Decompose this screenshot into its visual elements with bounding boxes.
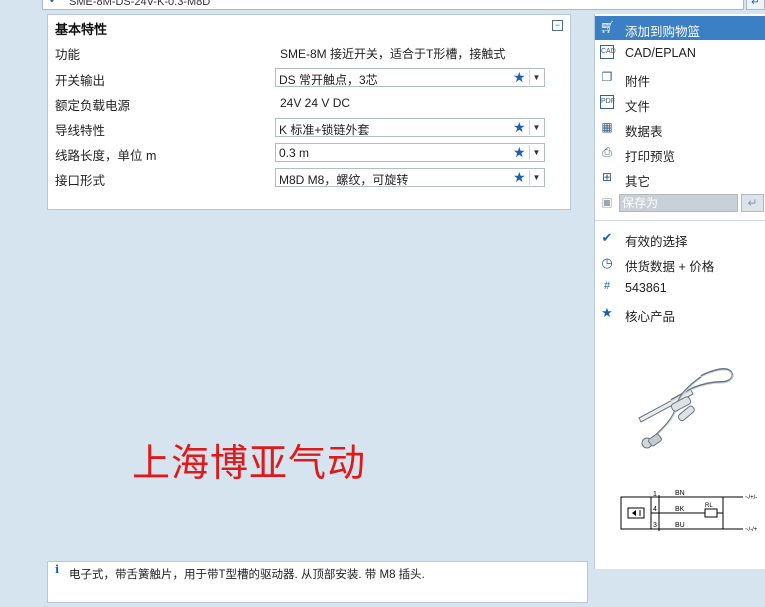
enter-icon[interactable]: ↵ [741,194,764,212]
star-icon: ★ [513,144,526,160]
property-label: 核心产品 [625,310,676,324]
part-number: # 543861 [595,277,765,299]
feature-row-cable: 导线特性 K 标准+锁链外套 ★ ▼ [48,118,572,138]
star-icon: ★ [513,69,526,85]
feature-label: 开关输出 [55,74,106,88]
cable-select[interactable]: K 标准+锁链外套 ★ ▼ [275,118,545,137]
pin-label: 1 [653,491,657,498]
cad-icon: CAD [600,45,616,59]
action-label: 打印预览 [625,150,676,164]
star-icon: ★ [513,119,526,135]
plus-icon: ⊞ [601,170,613,184]
connection-select[interactable]: M8D M8，螺纹，可旋转 ★ ▼ [275,168,545,187]
add-to-cart-button[interactable]: 🛒︎ 添加到购物篮 [595,16,765,40]
star-icon: ★ [513,169,526,185]
cart-icon: 🛒︎ [600,20,616,34]
feature-label: 线路长度，单位 m [55,149,157,163]
action-label: 数据表 [625,125,663,139]
chevron-down-icon[interactable]: ▼ [529,120,543,135]
wiring-diagram: 1 4 3 BN BK BU RL ~/+/- ~/-/+ [620,490,758,533]
hash-icon: # [603,280,611,292]
feature-row-cable-length: 线路长度，单位 m 0.3 m ★ ▼ [48,143,572,163]
chevron-down-icon[interactable]: ▼ [529,70,543,85]
feature-row-connection: 接口形式 M8D M8，螺纹，可旋转 ★ ▼ [48,168,572,188]
watermark-text: 上海博亚气动 [132,441,367,485]
divider [595,220,765,221]
select-value: K 标准+锁链外套 [279,123,370,137]
save-as-row: ▣ 保存为 ↵ [595,191,765,215]
wire-label: BK [675,506,685,513]
collapse-icon[interactable]: − [552,20,563,31]
action-sidebar: 🛒︎ 添加到购物篮 CAD CAD/EPLAN ❐ 附件 PDF 文件 ▦ 数据… [594,14,765,569]
feature-label: 接口形式 [55,174,106,188]
feature-row-rated-voltage: 额定负载电源 24V 24 V DC [48,93,572,113]
panel-title: 基本特性 [55,22,108,37]
action-label: 添加到购物篮 [625,25,701,39]
save-icon: ▣ [601,195,613,209]
pin-label: 3 [653,522,657,529]
product-code-field[interactable]: ✔ SME-8M-DS-24V-K-0.3-M8D [42,0,744,10]
property-label: 543861 [625,281,667,295]
product-image [638,368,734,449]
info-icon: i [55,563,60,576]
return-arrow-icon[interactable]: ↵ [746,0,765,10]
switch-output-select[interactable]: DS 常开触点，3芯 ★ ▼ [275,68,545,87]
wire-label: BN [675,490,685,497]
action-label: 其它 [625,175,651,189]
delivery-price-link[interactable]: ◷ 供货数据 + 价格 [595,252,765,274]
core-product: ★ 核心产品 [595,302,765,324]
cable-length-select[interactable]: 0.3 m ★ ▼ [275,143,545,162]
description-text: 电子式，带舌簧触片，用于带T型槽的驱动器. 从顶部安装. 带 M8 插头. [69,569,425,581]
action-label: CAD/EPLAN [625,46,696,60]
more-button[interactable]: ⊞ 其它 [595,166,765,190]
feature-row-function: 功能 SME-8M 接近开关，适合于T形槽，接触式 [48,42,572,62]
feature-value: SME-8M 接近开关，适合于T形槽，接触式 [280,47,506,61]
valid-selection: ✔ 有效的选择 [595,227,765,249]
wire-label: BU [675,522,685,529]
description-bar: i 电子式，带舌簧触片，用于带T型槽的驱动器. 从顶部安装. 带 M8 插头. [47,561,588,603]
clock-icon: ◷ [601,255,613,270]
property-label: 有效的选择 [625,235,688,249]
feature-row-switch-output: 开关输出 DS 常开触点，3芯 ★ ▼ [48,68,572,88]
star-icon: ★ [601,305,613,320]
features-panel: 基本特性 − 功能 SME-8M 接近开关，适合于T形槽，接触式 开关输出 DS… [47,14,571,210]
feature-label: 功能 [55,48,81,62]
checkmark-icon: ✔ [601,230,613,245]
property-label: 供货数据 + 价格 [625,260,715,274]
chevron-down-icon[interactable]: ▼ [529,170,543,185]
documents-button[interactable]: PDF 文件 [595,91,765,115]
select-value: M8D M8，螺纹，可旋转 [279,173,409,187]
feature-label: 额定负载电源 [55,99,131,113]
supply-label: ~/-/+ [745,527,758,533]
print-preview-button[interactable]: ⎙ 打印预览 [595,141,765,165]
pdf-icon: PDF [600,95,615,109]
table-icon: ▦ [601,120,613,134]
product-code-text: SME-8M-DS-24V-K-0.3-M8D [69,0,211,8]
select-value: DS 常开触点，3芯 [279,73,378,87]
select-value: 0.3 m [279,146,310,160]
feature-value: 24V 24 V DC [280,96,351,110]
pin-label: 4 [653,506,657,513]
printer-icon: ⎙ [602,145,612,159]
datasheet-button[interactable]: ▦ 数据表 [595,116,765,140]
save-as-input[interactable]: 保存为 [619,194,738,212]
attachments-button[interactable]: ❐ 附件 [595,66,765,90]
feature-label: 导线特性 [55,124,106,138]
supply-label: ~/+/- [745,495,757,501]
checkmark-icon: ✔ [49,0,59,6]
attachment-icon: ❐ [601,70,613,84]
action-label: 文件 [625,100,651,114]
cad-eplan-button[interactable]: CAD CAD/EPLAN [595,41,765,65]
action-label: 附件 [625,75,651,89]
chevron-down-icon[interactable]: ▼ [529,145,543,160]
load-label: RL [705,503,713,509]
